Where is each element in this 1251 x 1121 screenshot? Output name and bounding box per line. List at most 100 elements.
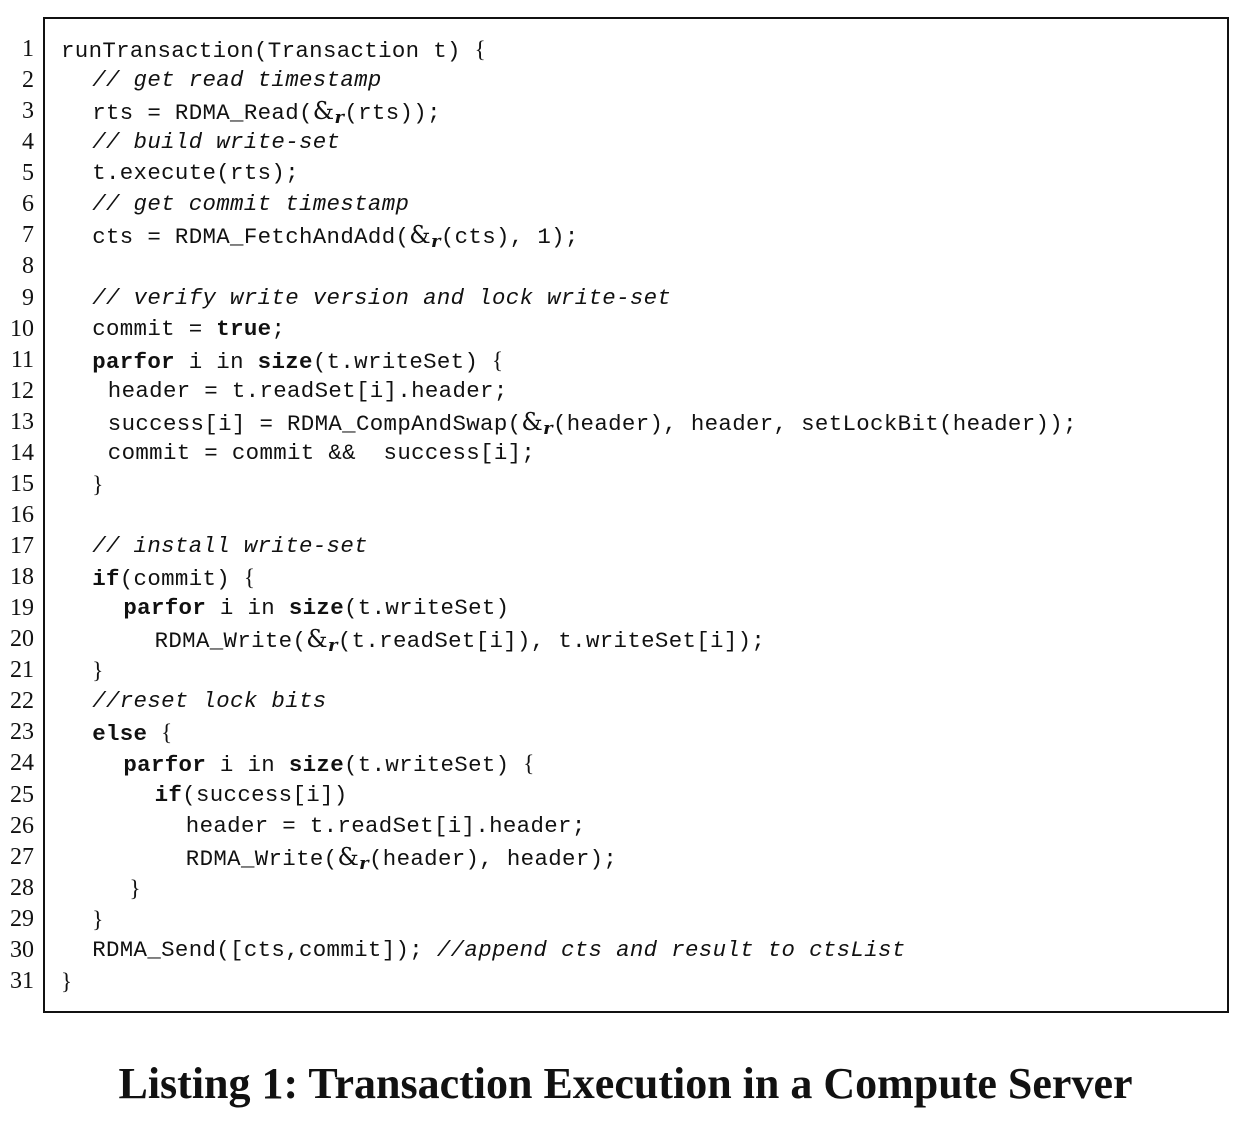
ampersand-symbol: &: [306, 625, 328, 654]
code-line: 15}: [0, 469, 1251, 500]
code-content: runTransaction(Transaction t) {: [61, 34, 486, 67]
line-number: 26: [10, 812, 34, 839]
line-number: 8: [22, 253, 34, 280]
line-number: 2: [22, 67, 34, 94]
code-text: RDMA_Write(: [185, 845, 338, 872]
code-keyword: true: [216, 315, 272, 342]
code-text: (rts));: [344, 100, 441, 127]
code-brace: {: [474, 37, 486, 62]
code-content: if(commit) {: [92, 562, 255, 595]
ampersand-symbol: &: [409, 221, 431, 250]
code-brace: {: [523, 751, 535, 777]
code-text: i in: [206, 752, 289, 779]
code-content: header = t.readSet[i].header;: [108, 376, 508, 407]
line-number: 17: [10, 533, 34, 559]
code-line: 10 commit = true;: [0, 314, 1251, 345]
code-keyword: parfor: [123, 595, 207, 622]
code-line: 12 header = t.readSet[i].header;: [0, 376, 1251, 407]
code-line: 18 if(commit) {: [0, 562, 1251, 593]
code-keyword: size: [288, 752, 345, 779]
line-number: 28: [10, 874, 34, 901]
code-text: commit =: [92, 315, 217, 342]
code-text: (cts), 1);: [440, 224, 579, 251]
line-number: 30: [10, 936, 34, 963]
code-content: parfor i in size(t.writeSet): [123, 593, 509, 624]
code-keyword: else: [92, 721, 148, 748]
code-comment: // build write-set: [92, 129, 341, 156]
code-content: else {: [92, 717, 172, 750]
code-brace: }: [92, 906, 104, 932]
code-content: rts = RDMA_Read(&r(rts));: [92, 96, 441, 129]
code-line: 14 commit = commit && success[i];: [0, 438, 1251, 469]
code-text: t.execute(rts);: [92, 160, 299, 187]
code-text: cts = RDMA_FetchAndAdd(: [92, 224, 410, 251]
code-line: 21}: [0, 655, 1251, 686]
code-comment: // get read timestamp: [92, 67, 382, 94]
code-line: 24 parfor i in size(t.writeSet) {: [0, 748, 1251, 779]
code-brace: }: [61, 968, 73, 994]
code-line: 4 // build write-set: [0, 127, 1251, 158]
line-number: 21: [10, 657, 34, 684]
line-number: 5: [22, 160, 34, 187]
code-content: RDMA_Send([cts,commit]); //append cts an…: [92, 935, 905, 966]
code-line: 31}: [0, 966, 1251, 997]
code-line: 2 // get read timestamp: [0, 65, 1251, 96]
code-line: 8: [0, 251, 1251, 282]
code-content: parfor i in size(t.writeSet) {: [123, 748, 534, 781]
code-comment: // get commit timestamp: [92, 191, 410, 218]
code-content: success[i] = RDMA_CompAndSwap(&r(header)…: [108, 407, 1077, 440]
line-number: 6: [22, 191, 34, 218]
code-brace: {: [492, 347, 504, 373]
code-comment: // install write-set: [92, 533, 368, 559]
code-keyword: if: [154, 781, 183, 808]
line-number: 31: [10, 967, 34, 994]
line-number: 11: [10, 346, 34, 373]
code-line: 3 rts = RDMA_Read(&r(rts));: [0, 96, 1251, 129]
ampersand-symbol: &: [521, 407, 544, 436]
remote-subscript: r: [543, 417, 553, 439]
code-content: commit = commit && success[i];: [108, 438, 535, 469]
code-content: // verify write version and lock write-s…: [92, 283, 671, 314]
code-line: 20 RDMA_Write(&r(t.readSet[i]), t.writeSe…: [0, 624, 1251, 656]
code-line: 1 runTransaction(Transaction t) {: [0, 34, 1251, 65]
code-line: 26 header = t.readSet[i].header;: [0, 811, 1251, 842]
line-number: 24: [10, 750, 34, 777]
code-text: RDMA_Write(: [154, 628, 307, 655]
code-line: 5 t.execute(rts);: [0, 158, 1251, 189]
code-text: ;: [271, 315, 286, 342]
code-line: 30 RDMA_Send([cts,commit]); //append cts …: [0, 935, 1251, 966]
code-line: 16: [0, 500, 1251, 531]
code-brace: }: [92, 471, 104, 497]
line-number: 27: [10, 843, 34, 870]
code-line: 25 if(success[i]): [0, 780, 1251, 811]
line-number: 18: [10, 564, 34, 591]
code-text: (t.readSet[i]), t.writeSet[i]);: [337, 628, 766, 655]
code-keyword: parfor: [123, 752, 207, 779]
code-content: }: [123, 873, 141, 906]
line-number: 7: [22, 222, 34, 249]
code-text: header = t.readSet[i].header;: [107, 377, 508, 404]
code-line: 28 }: [0, 873, 1251, 904]
line-number: 3: [22, 98, 34, 125]
code-text: RDMA_Send([cts,commit]);: [92, 936, 437, 963]
code-comment: //reset lock bits: [92, 688, 327, 715]
code-keyword: parfor: [92, 348, 175, 375]
code-text: (t.writeSet): [344, 752, 524, 779]
code-content: }: [92, 904, 103, 937]
code-content: header = t.readSet[i].header;: [186, 811, 586, 842]
code-content: // build write-set: [92, 127, 340, 158]
code-content: }: [92, 469, 103, 502]
code-brace: {: [161, 720, 173, 746]
line-number: 14: [10, 439, 34, 466]
code-line: 13 success[i] = RDMA_CompAndSwap(&r(heade…: [0, 407, 1251, 440]
code-line: 7 cts = RDMA_FetchAndAdd(&r(cts), 1);: [0, 220, 1251, 252]
code-text: (header), header);: [369, 845, 618, 872]
line-number: 23: [10, 719, 34, 746]
code-line: 23 else {: [0, 717, 1251, 748]
code-content: RDMA_Write(&r(header), header);: [186, 842, 617, 875]
code-content: if(success[i]): [155, 780, 348, 811]
line-number: 16: [10, 501, 34, 528]
code-brace: }: [123, 875, 141, 901]
code-text: (success[i]): [182, 781, 348, 808]
line-number: 25: [10, 781, 34, 808]
